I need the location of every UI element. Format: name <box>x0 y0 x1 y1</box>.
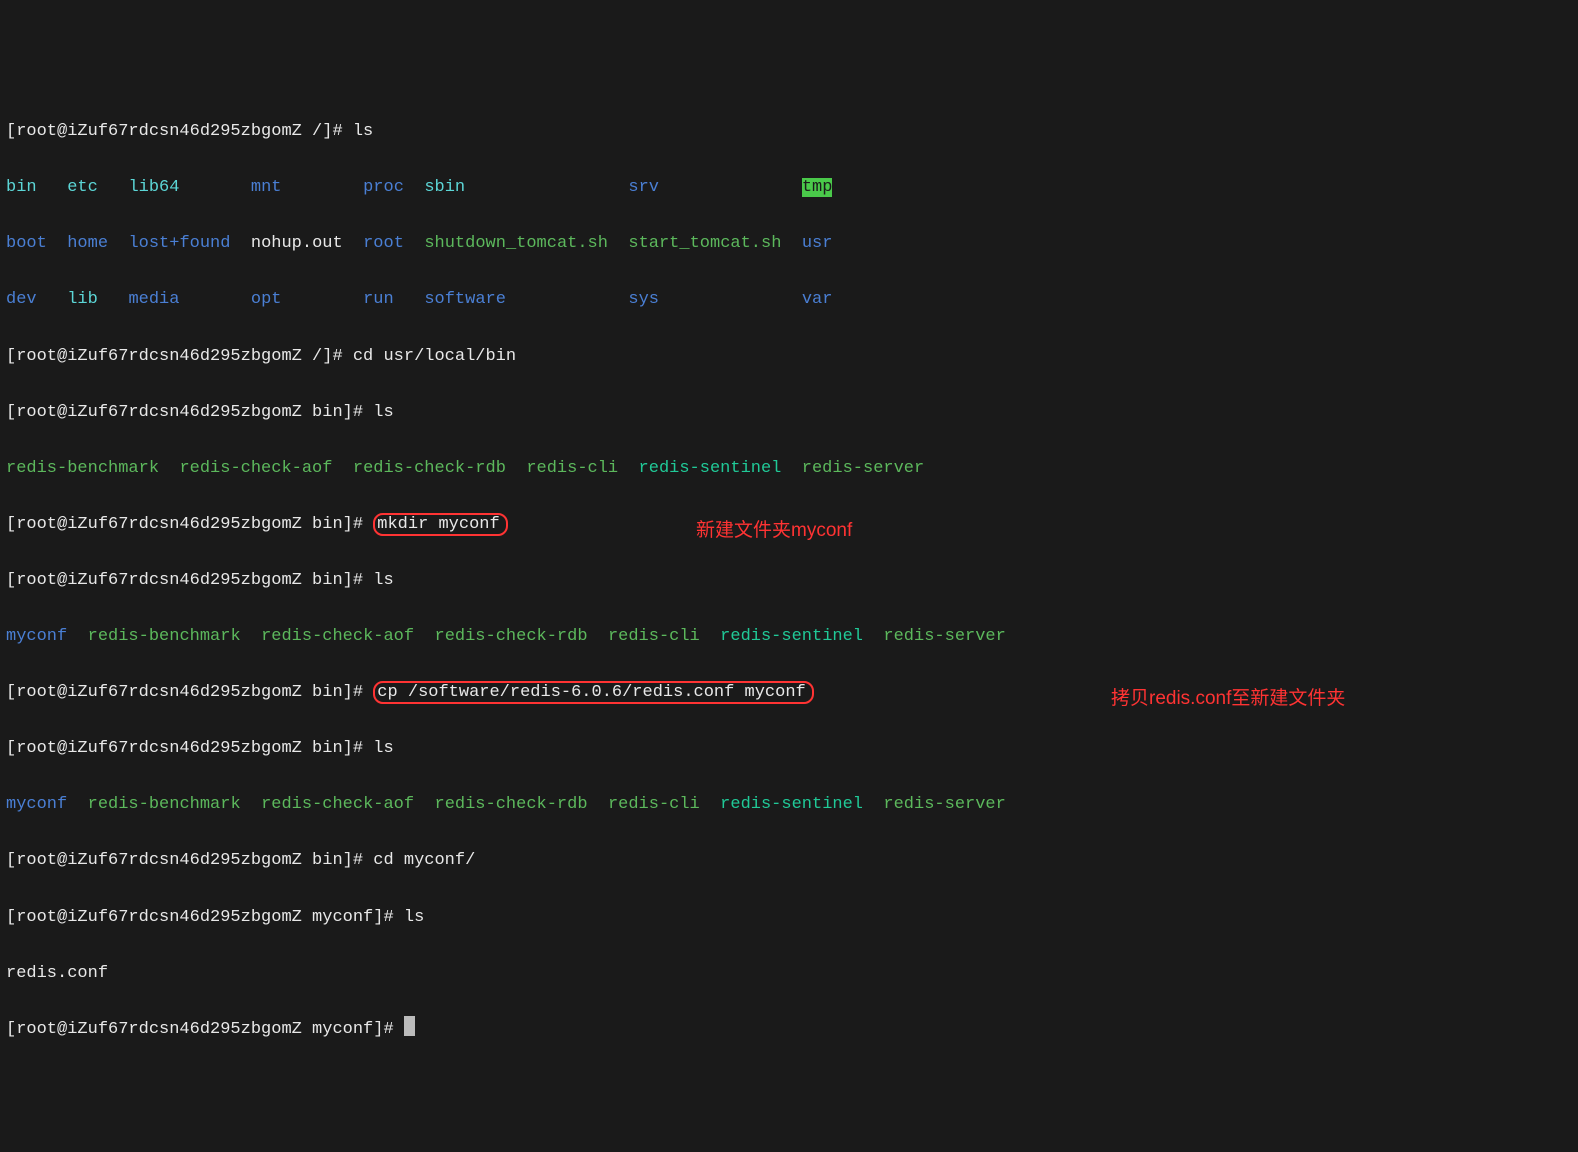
cmd-mkdir: mkdir myconf <box>377 515 499 534</box>
prompt: [root@iZuf67rdcsn46d295zbgomZ bin]# <box>6 403 373 422</box>
dir-bin: bin <box>6 178 37 197</box>
file-nohup: nohup.out <box>251 234 343 253</box>
prompt: [root@iZuf67rdcsn46d295zbgomZ bin]# <box>6 739 373 758</box>
file-checkaof: redis-check-aof <box>261 627 414 646</box>
dir-lib: lib <box>67 290 98 309</box>
cmd-ls: ls <box>373 739 393 758</box>
cmd-ls: ls <box>373 403 393 422</box>
dir-sys: sys <box>628 290 659 309</box>
file-server: redis-server <box>883 795 1005 814</box>
file-benchmark: redis-benchmark <box>88 627 241 646</box>
file-checkaof: redis-check-aof <box>261 795 414 814</box>
highlight-box-cp: cp /software/redis-6.0.6/redis.conf myco… <box>373 681 813 704</box>
file-benchmark: redis-benchmark <box>6 459 159 478</box>
ls-output-row: myconf redis-benchmark redis-check-aof r… <box>6 791 1572 819</box>
cmd-cd: cd myconf/ <box>373 851 475 870</box>
prompt: [root@iZuf67rdcsn46d295zbgomZ myconf]# <box>6 1020 404 1039</box>
dir-usr: usr <box>802 234 833 253</box>
ls-output-row: myconf redis-benchmark redis-check-aof r… <box>6 623 1572 651</box>
dir-root: root <box>363 234 404 253</box>
file-sentinel: redis-sentinel <box>720 627 863 646</box>
prompt: [root@iZuf67rdcsn46d295zbgomZ bin]# <box>6 515 373 534</box>
prompt: [root@iZuf67rdcsn46d295zbgomZ /]# <box>6 122 353 141</box>
file-benchmark: redis-benchmark <box>88 795 241 814</box>
prompt-line: [root@iZuf67rdcsn46d295zbgomZ bin]# ls <box>6 399 1572 427</box>
prompt-line: [root@iZuf67rdcsn46d295zbgomZ bin]# ls <box>6 735 1572 763</box>
annotation-2: 拷贝redis.conf至新建文件夹 <box>1111 683 1345 714</box>
prompt: [root@iZuf67rdcsn46d295zbgomZ myconf]# <box>6 908 404 927</box>
dir-proc: proc <box>363 178 404 197</box>
dir-lib64: lib64 <box>128 178 179 197</box>
file-server: redis-server <box>883 627 1005 646</box>
ls-output-row: boot home lost+found nohup.out root shut… <box>6 230 1572 258</box>
dir-myconf: myconf <box>6 627 67 646</box>
file-checkrdb: redis-check-rdb <box>353 459 506 478</box>
cmd-ls: ls <box>404 908 424 927</box>
prompt-line: [root@iZuf67rdcsn46d295zbgomZ bin]# cp /… <box>6 679 1572 707</box>
prompt-line: [root@iZuf67rdcsn46d295zbgomZ myconf]# l… <box>6 904 1572 932</box>
prompt-line: [root@iZuf67rdcsn46d295zbgomZ bin]# mkdi… <box>6 511 1572 539</box>
dir-home: home <box>67 234 108 253</box>
cmd-cp: cp /software/redis-6.0.6/redis.conf myco… <box>377 683 805 702</box>
dir-software: software <box>424 290 506 309</box>
dir-opt: opt <box>251 290 282 309</box>
annotation-1: 新建文件夹myconf <box>696 515 852 546</box>
dir-dev: dev <box>6 290 37 309</box>
file-cli: redis-cli <box>608 627 700 646</box>
file-start: start_tomcat.sh <box>628 234 781 253</box>
dir-srv: srv <box>628 178 659 197</box>
prompt-line[interactable]: [root@iZuf67rdcsn46d295zbgomZ myconf]# <box>6 1016 1572 1044</box>
dir-etc: etc <box>67 178 98 197</box>
file-sentinel: redis-sentinel <box>639 459 782 478</box>
dir-var: var <box>802 290 833 309</box>
file-sentinel: redis-sentinel <box>720 795 863 814</box>
prompt-line: [root@iZuf67rdcsn46d295zbgomZ bin]# cd m… <box>6 847 1572 875</box>
ls-output-row: bin etc lib64 mnt proc sbin srv tmp <box>6 174 1572 202</box>
prompt-line: [root@iZuf67rdcsn46d295zbgomZ /]# cd usr… <box>6 343 1572 371</box>
prompt: [root@iZuf67rdcsn46d295zbgomZ /]# <box>6 347 353 366</box>
file-redisconf: redis.conf <box>6 964 108 983</box>
ls-output-row: redis.conf <box>6 960 1572 988</box>
file-checkaof: redis-check-aof <box>179 459 332 478</box>
dir-tmp: tmp <box>802 178 833 197</box>
cmd-ls: ls <box>353 122 373 141</box>
dir-boot: boot <box>6 234 47 253</box>
file-server: redis-server <box>802 459 924 478</box>
dir-run: run <box>363 290 394 309</box>
cmd-cd: cd usr/local/bin <box>353 347 516 366</box>
file-shutdown: shutdown_tomcat.sh <box>424 234 608 253</box>
prompt-line: [root@iZuf67rdcsn46d295zbgomZ bin]# ls <box>6 567 1572 595</box>
file-checkrdb: redis-check-rdb <box>435 795 588 814</box>
highlight-box-mkdir: mkdir myconf <box>373 513 507 536</box>
cmd-ls: ls <box>373 571 393 590</box>
prompt-line: [root@iZuf67rdcsn46d295zbgomZ /]# ls <box>6 118 1572 146</box>
ls-output-row: redis-benchmark redis-check-aof redis-ch… <box>6 455 1572 483</box>
prompt: [root@iZuf67rdcsn46d295zbgomZ bin]# <box>6 571 373 590</box>
cursor-icon <box>404 1016 415 1036</box>
dir-sbin: sbin <box>424 178 465 197</box>
dir-media: media <box>128 290 179 309</box>
prompt: [root@iZuf67rdcsn46d295zbgomZ bin]# <box>6 683 373 702</box>
file-checkrdb: redis-check-rdb <box>435 627 588 646</box>
dir-mnt: mnt <box>251 178 282 197</box>
prompt: [root@iZuf67rdcsn46d295zbgomZ bin]# <box>6 851 373 870</box>
ls-output-row: dev lib media opt run software sys var <box>6 286 1572 314</box>
file-cli: redis-cli <box>608 795 700 814</box>
dir-myconf: myconf <box>6 795 67 814</box>
file-cli: redis-cli <box>526 459 618 478</box>
dir-lostfound: lost+found <box>128 234 230 253</box>
